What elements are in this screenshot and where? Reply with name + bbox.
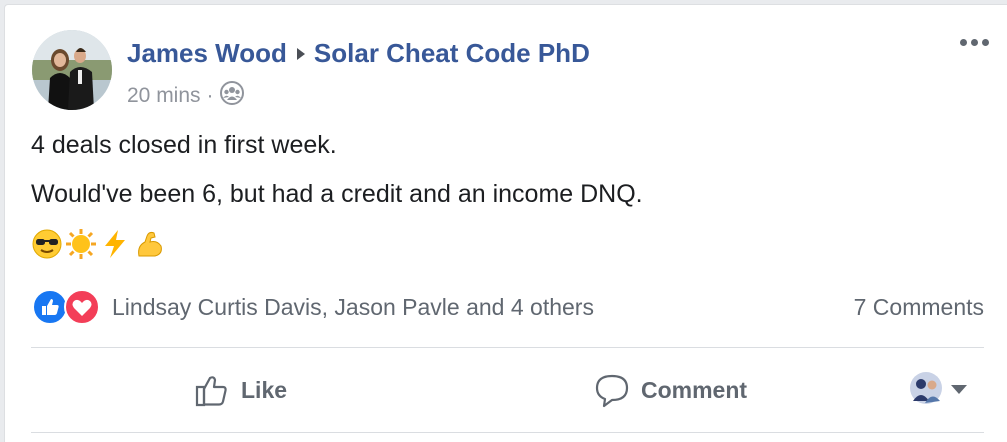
divider [31,432,984,433]
reactions-summary: Lindsay Curtis Davis, Jason Pavle and 4 … [32,287,984,327]
author-name-link[interactable]: James Wood [127,38,287,68]
sun-icon [65,228,97,265]
post-card: James Wood Solar Cheat Code PhD 20 mins ·… [4,4,1007,442]
triangle-right-icon [296,47,305,60]
chevron-down-icon [951,382,967,400]
post-text-line-2: Would've been 6, but had a credit and an… [31,180,643,208]
comment-label: Comment [641,376,748,403]
reaction-icons[interactable] [32,288,106,326]
more-options-icon[interactable] [960,39,989,46]
reaction-names-link[interactable]: Lindsay Curtis Davis, Jason Pavle and 4 … [112,294,594,321]
reaction-selector[interactable] [909,371,967,410]
comment-bubble-icon [595,374,629,408]
flexed-biceps-icon [133,228,165,265]
group-name-link[interactable]: Solar Cheat Code PhD [314,38,590,68]
author-avatar[interactable] [32,30,112,110]
comment-button[interactable]: Comment [594,370,747,410]
profile-avatar-small [909,371,943,410]
sunglasses-face-icon [31,228,63,265]
emoji-row [31,228,165,265]
post-header: James Wood Solar Cheat Code PhD [127,38,590,69]
post-timestamp[interactable]: 20 mins [127,84,201,108]
like-button[interactable]: Like [194,370,287,410]
group-icon[interactable] [219,81,244,111]
post-text-line-1: 4 deals closed in first week. [31,131,337,159]
thumbs-up-icon [195,376,227,407]
lightning-bolt-icon [99,228,131,265]
post-meta: 20 mins · [127,81,244,111]
like-reaction-icon [32,289,68,330]
comments-count-link[interactable]: 7 Comments [854,294,984,321]
meta-separator: · [206,84,214,107]
divider [31,347,984,348]
love-reaction-icon [64,289,100,330]
like-label: Like [241,376,288,403]
